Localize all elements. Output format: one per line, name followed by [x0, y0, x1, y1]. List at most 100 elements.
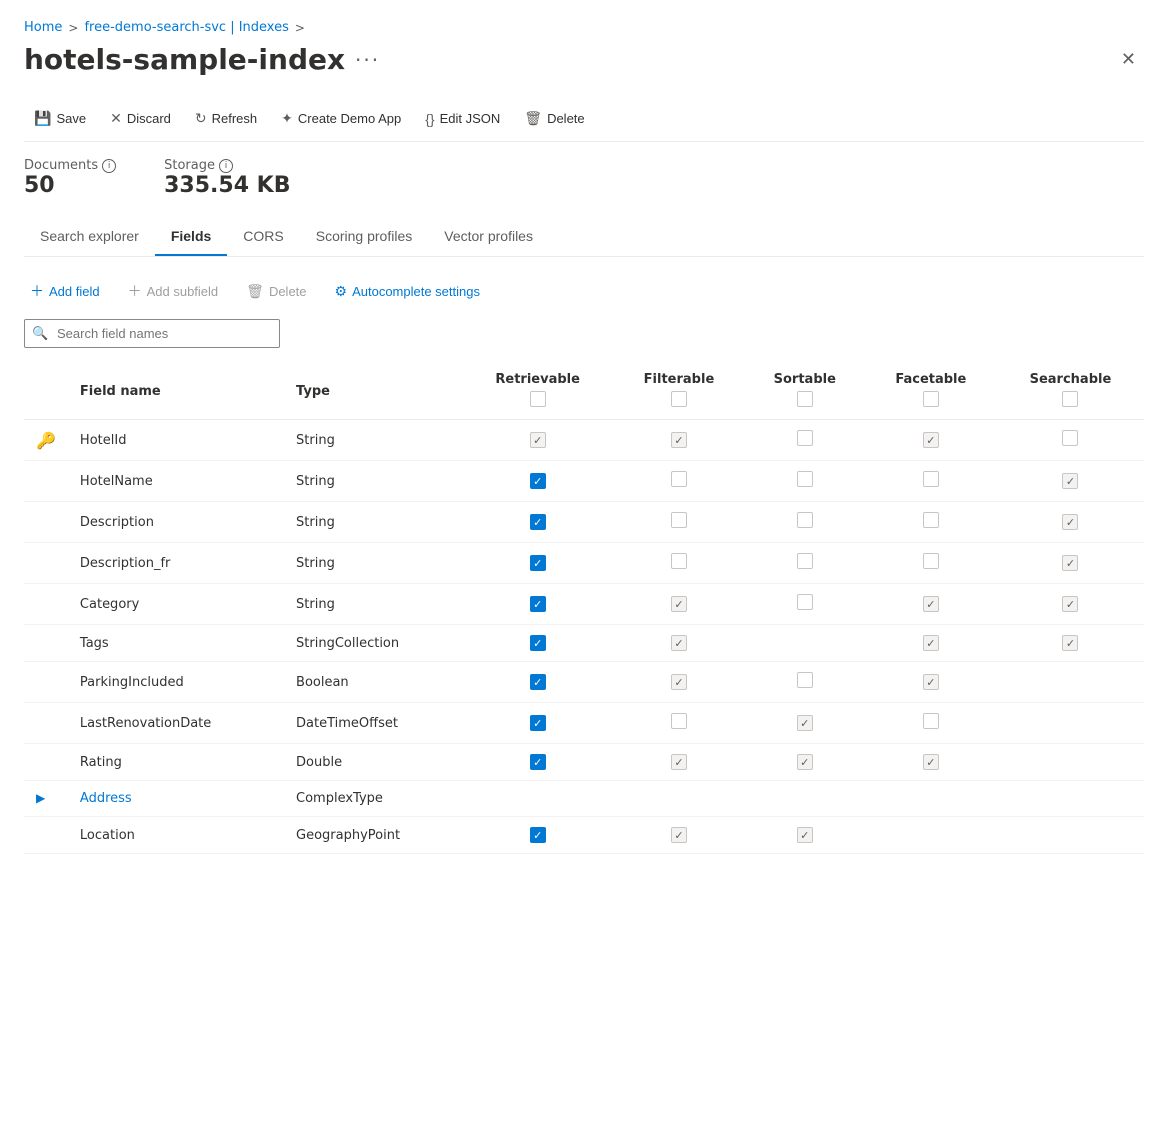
tab-search-explorer[interactable]: Search explorer	[24, 218, 155, 256]
field-checkbox[interactable]	[797, 594, 813, 610]
field-checkbox[interactable]	[530, 596, 546, 612]
field-checkbox[interactable]	[530, 635, 546, 651]
field-checkbox[interactable]	[797, 715, 813, 731]
field-name-link[interactable]: Address	[80, 791, 132, 806]
add-field-button[interactable]: ＋ Add field	[24, 277, 106, 305]
field-checkbox[interactable]	[797, 672, 813, 688]
field-checkbox[interactable]	[1062, 635, 1078, 651]
field-checkbox[interactable]	[530, 754, 546, 770]
sortable-header-checkbox[interactable]	[797, 391, 813, 407]
field-checkbox[interactable]	[671, 596, 687, 612]
field-checkbox[interactable]	[530, 432, 546, 448]
delete-field-button[interactable]: 🗑 Delete	[240, 279, 312, 304]
breadcrumb-service[interactable]: free-demo-search-svc | Indexes	[84, 20, 288, 35]
field-checkbox[interactable]	[797, 471, 813, 487]
field-checkbox[interactable]	[530, 827, 546, 843]
table-row: Rating Double	[24, 744, 1144, 781]
field-checkbox[interactable]	[923, 553, 939, 569]
filterable-header-checkbox[interactable]	[671, 391, 687, 407]
retrievable-cell	[462, 662, 613, 703]
field-checkbox[interactable]	[797, 512, 813, 528]
field-checkbox[interactable]	[923, 713, 939, 729]
field-checkbox[interactable]	[530, 514, 546, 530]
field-checkbox[interactable]	[1062, 473, 1078, 489]
field-checkbox[interactable]	[671, 471, 687, 487]
refresh-button[interactable]: ↻ Refresh	[185, 104, 267, 133]
searchable-cell	[997, 461, 1144, 502]
field-checkbox[interactable]	[530, 473, 546, 489]
delete-button[interactable]: 🗑 Delete	[514, 104, 594, 133]
search-field-names-input[interactable]	[24, 319, 280, 348]
add-subfield-button[interactable]: ＋ Add subfield	[122, 277, 225, 305]
create-demo-app-button[interactable]: ✦ Create Demo App	[271, 104, 411, 133]
title-menu-button[interactable]: ···	[355, 48, 380, 72]
delete-field-icon: 🗑	[246, 283, 264, 300]
field-checkbox[interactable]	[671, 713, 687, 729]
edit-json-button[interactable]: {} Edit JSON	[415, 105, 510, 133]
field-checkbox[interactable]	[797, 553, 813, 569]
filterable-cell	[613, 543, 745, 584]
retrievable-header-checkbox[interactable]	[530, 391, 546, 407]
autocomplete-settings-button[interactable]: ⚙ Autocomplete settings	[329, 279, 486, 304]
field-checkbox[interactable]	[671, 827, 687, 843]
field-checkbox[interactable]	[530, 715, 546, 731]
field-name-cell: Location	[68, 817, 284, 854]
key-icon: 🔑	[36, 431, 56, 450]
filterable-cell	[613, 625, 745, 662]
expand-button[interactable]: ▶	[36, 791, 45, 805]
field-checkbox[interactable]	[923, 512, 939, 528]
table-row: Location GeographyPoint	[24, 817, 1144, 854]
field-checkbox[interactable]	[671, 432, 687, 448]
field-checkbox[interactable]	[1062, 596, 1078, 612]
field-checkbox[interactable]	[671, 635, 687, 651]
field-checkbox[interactable]	[671, 674, 687, 690]
field-checkbox[interactable]	[923, 471, 939, 487]
field-checkbox[interactable]	[671, 512, 687, 528]
field-checkbox[interactable]	[797, 827, 813, 843]
retrievable-cell	[462, 703, 613, 744]
storage-info-icon[interactable]: i	[219, 159, 233, 173]
refresh-label: Refresh	[212, 111, 258, 126]
documents-label: Documents i	[24, 158, 116, 173]
close-button[interactable]: ✕	[1113, 45, 1144, 74]
field-checkbox[interactable]	[797, 430, 813, 446]
field-name: HotelId	[80, 433, 127, 448]
field-checkbox[interactable]	[923, 596, 939, 612]
tab-fields[interactable]: Fields	[155, 218, 227, 256]
field-checkbox[interactable]	[923, 635, 939, 651]
searchable-cell	[997, 584, 1144, 625]
field-checkbox[interactable]	[923, 754, 939, 770]
field-checkbox[interactable]	[1062, 555, 1078, 571]
tab-vector-profiles[interactable]: Vector profiles	[428, 218, 549, 256]
tab-scoring-profiles[interactable]: Scoring profiles	[300, 218, 429, 256]
add-subfield-label: Add subfield	[147, 284, 219, 299]
field-checkbox[interactable]	[923, 432, 939, 448]
field-checkbox[interactable]	[1062, 430, 1078, 446]
field-checkbox[interactable]	[530, 555, 546, 571]
page-title-row: hotels-sample-index ··· ✕	[24, 43, 1144, 76]
field-checkbox[interactable]	[1062, 514, 1078, 530]
sortable-cell	[745, 817, 865, 854]
field-type-cell: DateTimeOffset	[284, 703, 462, 744]
searchable-cell	[997, 703, 1144, 744]
breadcrumb-home[interactable]: Home	[24, 20, 62, 35]
documents-info-icon[interactable]: i	[102, 159, 116, 173]
table-row: Tags StringCollection	[24, 625, 1144, 662]
add-subfield-icon: ＋	[128, 281, 142, 301]
field-type-cell: Boolean	[284, 662, 462, 703]
field-checkbox[interactable]	[530, 674, 546, 690]
add-field-icon: ＋	[30, 281, 44, 301]
field-type-cell: String	[284, 461, 462, 502]
storage-label: Storage i	[164, 158, 290, 173]
tab-cors[interactable]: CORS	[227, 218, 299, 256]
row-icon-cell	[24, 584, 68, 625]
facetable-header-checkbox[interactable]	[923, 391, 939, 407]
discard-button[interactable]: ✕ Discard	[100, 104, 181, 133]
field-checkbox[interactable]	[923, 674, 939, 690]
field-checkbox[interactable]	[797, 754, 813, 770]
save-button[interactable]: 💾 Save	[24, 104, 96, 133]
searchable-header-checkbox[interactable]	[1062, 391, 1078, 407]
field-checkbox[interactable]	[671, 553, 687, 569]
field-checkbox[interactable]	[671, 754, 687, 770]
facetable-cell	[865, 817, 997, 854]
